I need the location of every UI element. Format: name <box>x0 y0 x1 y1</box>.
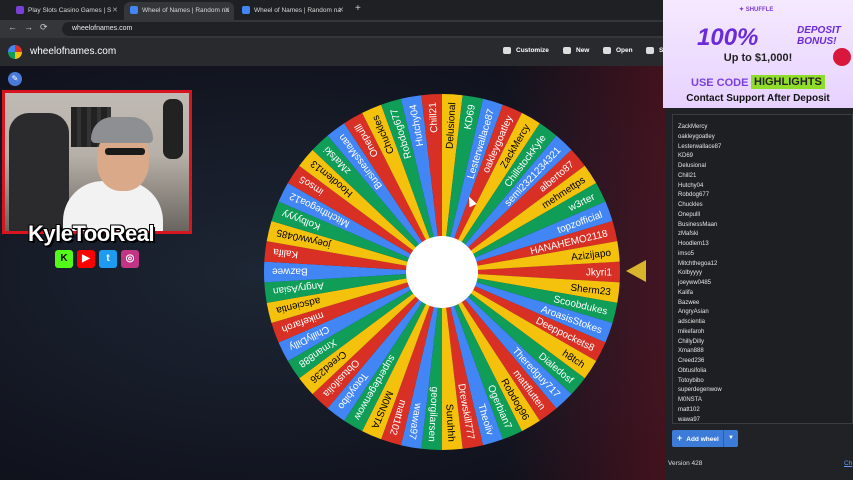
entry-name: Obtusifolia <box>678 367 707 374</box>
new-label: New <box>576 47 590 55</box>
wheel-pointer <box>626 260 646 282</box>
entry-name: Kalifa <box>678 289 694 296</box>
entry-name: Lesterwallace87 <box>678 143 722 150</box>
wheel-slice-label: Bazwee <box>272 266 308 277</box>
tab-title: Play Slots Casino Games | S <box>28 7 112 14</box>
webcam-overlay <box>2 90 192 234</box>
new-button[interactable]: New <box>563 47 589 54</box>
tab-title: Wheel of Names | Random na <box>142 7 229 14</box>
entry-name: ZackMercy <box>678 124 708 130</box>
entry-name: Bazwee <box>678 299 700 306</box>
entry-name: Chuckles <box>678 202 703 208</box>
shuffle-logo: ✦ SHUFFLE <box>739 7 774 13</box>
reload-icon[interactable]: ⟳ <box>40 22 48 33</box>
streamer-name: KyleTooReal <box>28 221 155 246</box>
document-icon <box>563 47 571 54</box>
browser-tab[interactable]: Play Slots Casino Games | S ✕ <box>10 2 122 20</box>
casino-favicon-icon <box>16 6 24 15</box>
social-icon: K <box>55 250 73 268</box>
entry-name: Creed236 <box>678 358 705 364</box>
entry-name: matt102 <box>678 406 700 413</box>
entry-name: Kolbyyyy <box>678 270 703 277</box>
entry-name: mikefaroh <box>678 328 705 335</box>
gaming-chair <box>9 113 69 231</box>
entry-name: Totoybibo <box>678 377 704 384</box>
entry-name: ChillyDilly <box>678 338 705 345</box>
entry-name: BusinessMaan <box>678 221 718 228</box>
entry-name: Hutchy04 <box>678 182 704 189</box>
version-label: Version 428 <box>668 460 703 467</box>
browser-tab[interactable]: Wheel of Names | Random na ✕ <box>124 2 234 20</box>
forward-arrow-icon[interactable]: → <box>24 22 33 32</box>
wheel-slice-label: Jkyri1 <box>586 268 613 279</box>
entry-name: Chill21 <box>678 172 697 179</box>
customize-button[interactable]: Customize <box>503 47 549 54</box>
wheel-slice-label: Suruhhh <box>443 404 456 442</box>
close-tab-icon[interactable]: ✕ <box>338 2 344 20</box>
tab-title: Wheel of Names | Random na <box>254 7 341 14</box>
entry-name: Robdog677 <box>678 192 710 199</box>
changelog-link[interactable]: Ch <box>844 460 852 467</box>
ad-headline-bonus: DEPOSIT BONUS! <box>797 25 841 47</box>
open-label: Open <box>616 47 633 55</box>
wheel-slice-label: Chill21 <box>428 101 441 133</box>
social-icon: t <box>99 250 117 268</box>
palette-icon <box>503 47 511 54</box>
entry-name: M0NSTA <box>678 397 702 403</box>
add-wheel-label: Add wheel <box>686 436 719 443</box>
wheel-center[interactable] <box>406 236 478 308</box>
save-button[interactable]: S <box>646 47 663 54</box>
entry-name: superdegenwow <box>678 387 722 394</box>
social-icon: ▶ <box>77 250 95 268</box>
entry-name: imso5 <box>678 250 695 257</box>
name-wheel[interactable]: Jkyri1Sherm23ScoobdukesAroasisStokesDeep… <box>262 92 622 452</box>
chevron-down-icon[interactable]: ▼ <box>723 430 738 447</box>
entry-name: KD69 <box>678 153 694 160</box>
entry-name: Xman888 <box>678 348 704 355</box>
ad-contact: Contact Support After Deposit <box>686 93 830 104</box>
wheel-favicon-icon <box>130 6 138 15</box>
entry-name: wawa97 <box>678 416 701 423</box>
save-icon <box>646 47 654 54</box>
entries-textbox[interactable]: ZackMercy oakleygoatley Lesterwallace87 KD6… <box>672 114 853 424</box>
wheel-logo-icon <box>8 45 22 59</box>
entry-name: oakleygoatley <box>678 133 715 140</box>
entry-name: Delusional <box>678 163 707 169</box>
new-tab-button[interactable]: + <box>355 3 361 14</box>
browser-tab[interactable]: Wheel of Names | Random na ✕ <box>236 2 348 20</box>
ad-upto: Up to $1,000! <box>723 52 793 64</box>
url-field[interactable]: wheelofnames.com <box>62 22 672 36</box>
social-icon: ◎ <box>121 250 139 268</box>
site-brand[interactable]: wheelofnames.com <box>30 46 116 57</box>
close-tab-icon[interactable]: ✕ <box>112 2 118 20</box>
microphone <box>163 99 183 159</box>
entry-name: joeyww0485 <box>678 280 712 286</box>
add-wheel-button[interactable]: + Add wheel ▼ <box>672 430 738 447</box>
pencil-icon[interactable]: ✎ <box>8 72 22 86</box>
customize-label: Customize <box>516 47 549 55</box>
cherry-icon <box>833 48 851 66</box>
entry-name: Onepulll <box>678 211 701 218</box>
folder-icon <box>603 47 611 54</box>
open-button[interactable]: Open <box>603 47 633 54</box>
entry-name: Mitchthegoa12 <box>678 260 718 267</box>
ad-promo-code: HIGHLIGHTS <box>751 75 825 89</box>
entry-name: Hoodlem13 <box>678 241 709 247</box>
plus-icon: + <box>677 433 683 443</box>
entry-name: adscientia <box>678 319 706 325</box>
ad-headline: 100% <box>697 24 759 51</box>
close-tab-icon[interactable]: ✕ <box>224 2 230 20</box>
entry-name: AngryAsian <box>678 309 709 316</box>
streamer-hat <box>91 117 153 143</box>
wheel-favicon-icon <box>242 6 250 15</box>
shuffle-ad-banner[interactable]: ✦ SHUFFLE 100% DEPOSIT BONUS! Up to $1,0… <box>663 0 853 108</box>
streamer-glasses <box>105 148 145 155</box>
entry-name: zMafski <box>678 231 699 238</box>
ad-use-code: USE CODE <box>691 77 749 89</box>
back-arrow-icon[interactable]: ← <box>8 22 17 32</box>
